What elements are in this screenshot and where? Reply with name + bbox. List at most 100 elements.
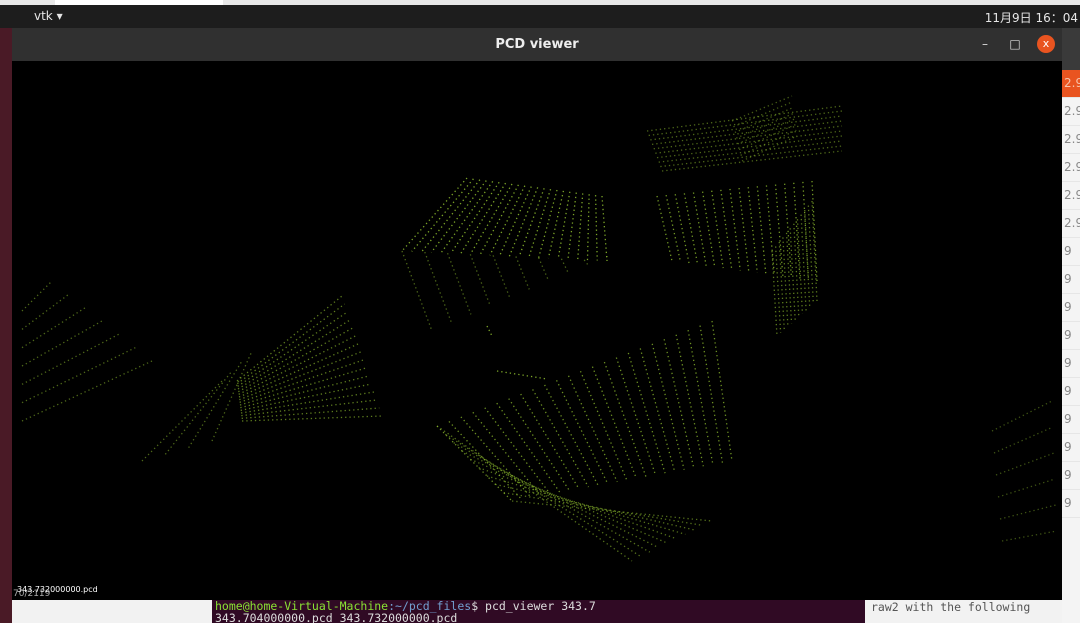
scan-line [484, 407, 551, 495]
scan-line [639, 348, 676, 472]
close-button[interactable]: x [1037, 35, 1055, 53]
scan-line [802, 181, 810, 280]
scan-line [1001, 530, 1058, 542]
list-row: 2.9 [1062, 98, 1080, 126]
scan-line [496, 402, 561, 493]
scan-line [711, 320, 733, 462]
list-row: 2.9 [1062, 182, 1080, 210]
scan-line [411, 178, 474, 252]
maximize-button[interactable]: □ [1006, 35, 1024, 53]
scan-line [141, 380, 223, 462]
scan-line [555, 380, 609, 484]
scan-line [736, 112, 795, 139]
scan-line [424, 251, 453, 323]
scan-line [21, 333, 119, 385]
scan-line [21, 293, 70, 330]
scan-line [237, 311, 348, 387]
scan-line [991, 400, 1053, 432]
scan-line [594, 195, 598, 261]
scan-line [461, 450, 659, 549]
scan-line [489, 185, 526, 256]
background-panel [12, 600, 212, 623]
scan-line [499, 186, 532, 257]
list-row: 9 [1062, 406, 1080, 434]
scan-line [651, 120, 843, 145]
scan-line [720, 189, 733, 270]
list-row: 9 [1062, 350, 1080, 378]
background-list: 2.92.92.92.92.92.99999999999 [1062, 28, 1080, 623]
scan-line [567, 192, 577, 260]
scan-line [478, 467, 677, 540]
scan-line [560, 258, 569, 273]
scan-line [241, 415, 383, 422]
scan-line [660, 145, 843, 168]
scan-line [692, 192, 707, 266]
scan-line [701, 191, 716, 267]
point-cloud-canvas[interactable]: 70/2119 343.732000000.pcd [12, 61, 1062, 600]
scan-line [453, 442, 651, 553]
scan-line [995, 452, 1055, 476]
file-name-label: 343.732000000.pcd [17, 585, 98, 594]
scan-line [627, 352, 666, 474]
scan-line [508, 398, 570, 491]
scan-line [421, 179, 481, 253]
scan-line [557, 191, 571, 259]
minimize-button[interactable]: – [976, 35, 994, 53]
scan-line [469, 183, 513, 255]
scan-line [511, 500, 713, 522]
scan-line [567, 375, 618, 483]
scan-line [661, 150, 843, 172]
scan-line [577, 193, 584, 260]
scan-line [164, 370, 233, 455]
scan-line [236, 303, 346, 385]
scan-line [601, 195, 608, 262]
scan-line [603, 361, 647, 477]
app-menu[interactable]: vtk ▾ [34, 9, 63, 23]
scan-line [492, 255, 511, 298]
scan-line [993, 426, 1054, 454]
list-row: 9 [1062, 434, 1080, 462]
scan-line [729, 188, 741, 271]
scan-line [479, 184, 519, 256]
scan-line [674, 194, 690, 264]
scan-line [683, 193, 699, 265]
scan-line [997, 478, 1056, 498]
scan-line [579, 370, 628, 481]
scan-line [591, 366, 637, 479]
scan-line [800, 214, 807, 311]
title-bar[interactable]: PCD viewer – □ x [12, 28, 1062, 61]
list-row: 2.9 [1062, 126, 1080, 154]
scan-line [656, 195, 673, 262]
terminal[interactable]: home@home-Virtual-Machine:~/pcd_files$ p… [212, 600, 865, 623]
scan-line [648, 110, 843, 137]
scan-line [496, 370, 548, 380]
scan-line [440, 181, 494, 254]
scan-line [486, 475, 686, 535]
list-row: 2.9 [1062, 210, 1080, 238]
scan-line [401, 177, 468, 252]
scan-line [793, 223, 800, 317]
scan-line [515, 256, 530, 290]
scan-line [21, 307, 86, 349]
scan-line [687, 330, 714, 465]
background-text: raw2 with the following [865, 600, 1062, 623]
scan-line [472, 411, 542, 497]
scan-line [448, 420, 523, 500]
clock[interactable]: 11月9日 16：04 [985, 9, 1078, 26]
scan-line [811, 200, 818, 302]
scan-line [240, 383, 372, 411]
scan-line [796, 219, 804, 314]
scan-line [765, 185, 776, 276]
scan-line [486, 325, 493, 337]
window-title: PCD viewer [495, 37, 579, 52]
list-row: 9 [1062, 462, 1080, 490]
list-row: 2.9 [1062, 154, 1080, 182]
scan-line [738, 187, 750, 272]
scan-line [774, 184, 784, 277]
scan-line [646, 105, 843, 132]
scan-line [532, 389, 590, 488]
top-bar: vtk ▾ 11月9日 16：04 [0, 5, 1080, 28]
scan-line [430, 180, 487, 253]
list-row: 9 [1062, 266, 1080, 294]
scan-line [470, 458, 668, 544]
